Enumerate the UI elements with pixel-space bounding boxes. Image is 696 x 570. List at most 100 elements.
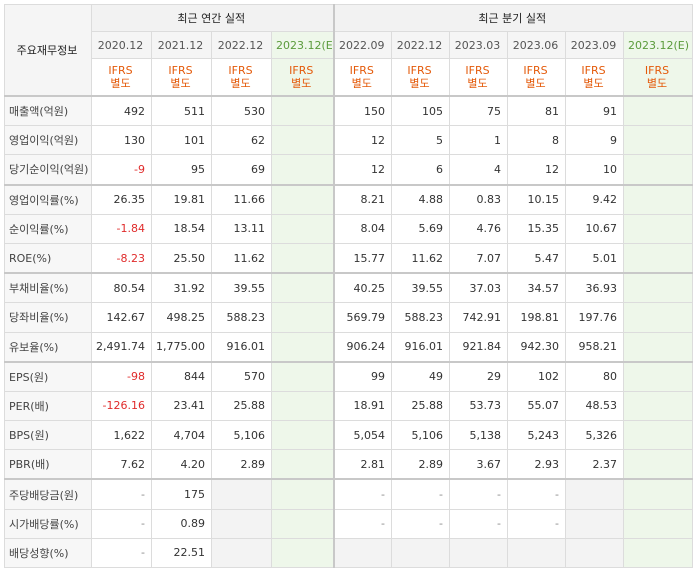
ifrs-label: IFRS 별도 (91, 58, 152, 97)
table-cell: 34.57 (507, 272, 567, 304)
table-cell (270, 154, 335, 186)
ifrs-label: IFRS 별도 (211, 58, 272, 97)
table-cell (623, 95, 694, 127)
table-cell (623, 537, 694, 569)
table-cell (270, 360, 335, 392)
row-label: 영업이익률(%) (4, 183, 92, 215)
row-label: EPS(원) (4, 360, 92, 392)
period-header: 2023.09 (565, 31, 625, 59)
table-cell: 9.42 (565, 183, 625, 215)
period-header: 2023.03 (449, 31, 509, 59)
table-cell (270, 272, 335, 304)
table-row: 매출액(억원) 492 511 530 150 105 75 81 91 (4, 95, 694, 127)
table-cell: 40.25 (332, 272, 393, 304)
table-cell: 4.20 (151, 449, 212, 480)
table-cell: 5.01 (565, 242, 625, 274)
table-cell: 5 (391, 125, 451, 156)
table-cell: 2.89 (391, 449, 451, 480)
table-cell: 105 (391, 95, 451, 127)
table-row: 주당배당금(원) -175- - - - (4, 478, 694, 510)
table-cell: 95 (151, 154, 212, 186)
table-cell (565, 508, 625, 539)
table-cell (332, 537, 393, 569)
table-cell: 19.81 (151, 183, 212, 215)
table-cell: - (91, 508, 152, 539)
table-cell: 921.84 (449, 331, 509, 363)
table-cell: - (449, 478, 509, 510)
table-cell: 5.47 (507, 242, 567, 274)
table-cell (270, 508, 335, 539)
table-cell (623, 390, 694, 422)
table-cell: - (449, 508, 509, 539)
table-cell (270, 242, 335, 274)
table-cell: 9 (565, 125, 625, 156)
table-cell: 498.25 (151, 302, 212, 333)
table-cell: 130 (91, 125, 152, 156)
table-row: EPS(원) -98 844 570 99 49 29 102 80 (4, 360, 694, 392)
table-cell: 39.55 (211, 272, 272, 304)
ifrs-label: IFRS 별도 (332, 58, 393, 97)
table-cell: 37.03 (449, 272, 509, 304)
table-cell: 511 (151, 95, 212, 127)
row-label: 시가배당률(%) (4, 508, 92, 539)
table-cell (565, 537, 625, 569)
period-header: 2022.12 (211, 31, 272, 59)
table-cell: 69 (211, 154, 272, 186)
table-row: 유보율(%) 2,491.74 1,775.00 916.01 906.24 916.01… (4, 331, 694, 363)
table-cell: 492 (91, 95, 152, 127)
row-label: 매출액(억원) (4, 95, 92, 127)
table-cell: 101 (151, 125, 212, 156)
table-cell (507, 537, 567, 569)
period-header: 2022.09 (332, 31, 393, 59)
table-cell: 31.92 (151, 272, 212, 304)
table-cell: 5,054 (332, 420, 393, 451)
table-cell: 7.07 (449, 242, 509, 274)
table-cell: 22.51 (151, 537, 212, 569)
table-cell: 99 (332, 360, 393, 392)
table-cell: 29 (449, 360, 509, 392)
table-cell: 12 (332, 125, 393, 156)
ifrs-label: IFRS 별도 (623, 58, 694, 97)
table-cell (270, 420, 335, 451)
table-row: 당기순이익(억원) -9 95 69 12 6 4 12 10 (4, 154, 694, 186)
table-cell (623, 331, 694, 363)
table-cell: 25.88 (211, 390, 272, 422)
table-cell: -8.23 (91, 242, 152, 274)
table-cell: 11.62 (391, 242, 451, 274)
table-cell: 588.23 (391, 302, 451, 333)
table-cell: 569.79 (332, 302, 393, 333)
table-cell (623, 213, 694, 244)
table-cell (270, 449, 335, 480)
table-cell (270, 302, 335, 333)
table-cell: 15.77 (332, 242, 393, 274)
financial-summary-table: 주요재무정보 최근 연간 실적 최근 분기 실적 2020.12 2021.12 2… (4, 4, 694, 569)
row-label: 당기순이익(억원) (4, 154, 92, 186)
table-cell: 23.41 (151, 390, 212, 422)
table-cell: 0.83 (449, 183, 509, 215)
table-cell: 2.37 (565, 449, 625, 480)
row-label: 부채비율(%) (4, 272, 92, 304)
table-cell: 18.54 (151, 213, 212, 244)
table-cell: - (391, 478, 451, 510)
table-cell: 53.73 (449, 390, 509, 422)
table-cell: 570 (211, 360, 272, 392)
table-cell: 25.50 (151, 242, 212, 274)
table-cell: 2,491.74 (91, 331, 152, 363)
table-cell: 102 (507, 360, 567, 392)
table-cell: 3.67 (449, 449, 509, 480)
table-cell: 11.66 (211, 183, 272, 215)
table-cell: 5,326 (565, 420, 625, 451)
table-cell: 916.01 (211, 331, 272, 363)
annual-section-title: 최근 연간 실적 (90, 4, 335, 32)
table-cell (270, 95, 335, 127)
table-cell: 8.21 (332, 183, 393, 215)
table-cell: 5.69 (391, 213, 451, 244)
table-cell: 906.24 (332, 331, 393, 363)
table-cell: 4.76 (449, 213, 509, 244)
table-cell: 48.53 (565, 390, 625, 422)
table-cell (623, 302, 694, 333)
table-cell: 5,243 (507, 420, 567, 451)
table-cell (391, 537, 451, 569)
table-cell: 26.35 (91, 183, 152, 215)
table-cell (270, 183, 335, 215)
